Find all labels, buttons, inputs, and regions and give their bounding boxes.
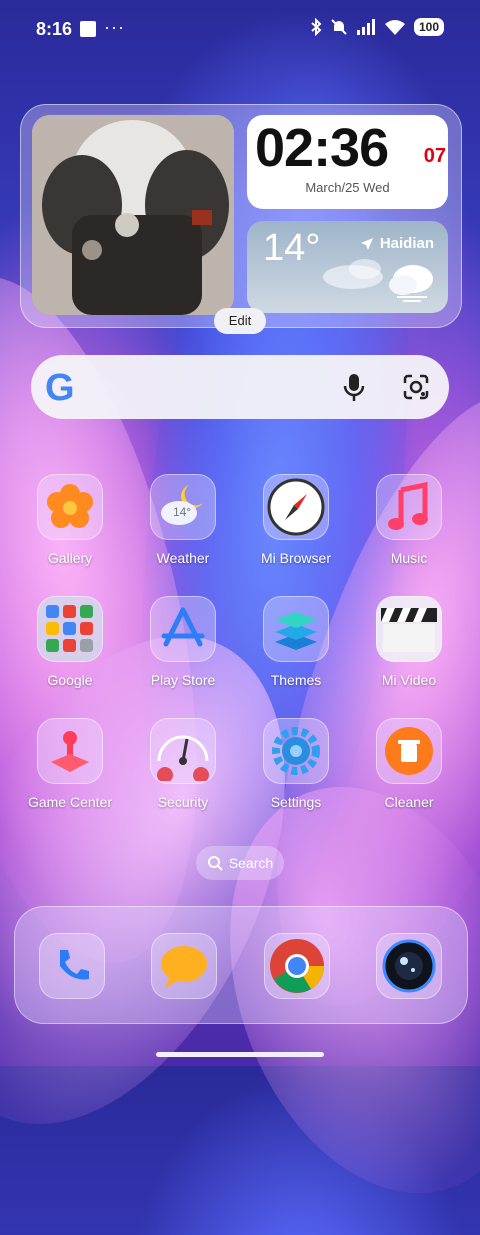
dock <box>14 906 468 1024</box>
dock-phone[interactable] <box>39 933 105 999</box>
google-logo: G <box>45 367 75 409</box>
app-gallery[interactable]: Gallery <box>20 474 120 566</box>
signal-icon <box>356 19 375 35</box>
joystick-icon <box>37 718 103 784</box>
cloudy-weather-icon <box>389 265 433 302</box>
mic-icon[interactable] <box>341 372 367 402</box>
battery-indicator: 100 <box>413 18 444 36</box>
mute-bell-icon <box>331 19 347 35</box>
google-lens-icon[interactable] <box>401 372 431 402</box>
trash-icon <box>376 718 442 784</box>
cloud-icon <box>323 259 383 289</box>
app-google-folder[interactable]: Google <box>20 596 120 688</box>
dock-camera[interactable] <box>376 933 442 999</box>
clock-date: March/25 Wed <box>305 180 390 195</box>
edit-widget-button[interactable]: Edit <box>214 308 266 334</box>
app-weather[interactable]: 14° Weather <box>133 474 233 566</box>
app-label: Game Center <box>27 794 113 810</box>
app-label: Gallery <box>47 550 93 566</box>
wifi-icon <box>384 20 405 35</box>
camera-icon <box>382 939 436 993</box>
app-label: Weather <box>156 550 210 566</box>
more-notifications-icon: ··· <box>104 17 125 37</box>
themes-layers-icon <box>263 596 329 662</box>
app-mi-browser[interactable]: Mi Browser <box>246 474 346 566</box>
app-label: Cleaner <box>384 794 434 810</box>
weather-location-label: Haidian <box>379 235 434 252</box>
search-icon <box>207 856 223 871</box>
bluetooth-icon <box>311 18 322 36</box>
chrome-icon <box>270 939 324 993</box>
clock-seconds: 07 <box>423 145 446 167</box>
compass-icon <box>263 474 329 540</box>
weather-temperature: 14° <box>263 227 321 269</box>
app-label: Themes <box>270 672 322 688</box>
status-bar: 8:16 ··· 100 <box>0 0 480 60</box>
dock-messages[interactable] <box>151 933 217 999</box>
gear-icon <box>263 718 329 784</box>
weather-widget[interactable]: 14° Haidian <box>247 221 448 313</box>
phone-icon <box>60 950 89 980</box>
clock-widget[interactable]: 02:36 07 March/25 Wed <box>247 115 448 209</box>
app-label: Security <box>157 794 209 810</box>
music-note-icon <box>376 474 442 540</box>
app-label: Mi Browser <box>260 550 331 566</box>
app-label: Mi Video <box>381 672 437 688</box>
photo-widget[interactable] <box>32 115 234 315</box>
app-label: Play Store <box>150 672 216 688</box>
notification-icon <box>80 21 96 37</box>
app-play-store[interactable]: Play Store <box>133 596 233 688</box>
gallery-icon <box>37 474 103 540</box>
app-label: Settings <box>270 794 322 810</box>
app-cleaner[interactable]: Cleaner <box>359 718 459 810</box>
weather-badge: 14° <box>173 505 192 519</box>
clock-time: 02:36 <box>255 118 389 178</box>
app-settings[interactable]: Settings <box>246 718 346 810</box>
location-arrow-icon <box>360 237 373 250</box>
app-label: Music <box>390 550 428 566</box>
google-folder-icon <box>37 596 103 662</box>
app-security[interactable]: Security <box>133 718 233 810</box>
clapperboard-icon <box>376 596 442 662</box>
google-search-bar[interactable]: G <box>31 355 449 419</box>
app-search-button[interactable]: Search <box>196 846 284 880</box>
app-themes[interactable]: Themes <box>246 596 346 688</box>
app-music[interactable]: Music <box>359 474 459 566</box>
weather-location: Haidian <box>360 235 434 252</box>
photo-image <box>32 115 234 315</box>
messages-icon <box>161 946 207 988</box>
home-indicator[interactable] <box>156 1052 324 1057</box>
dock-chrome[interactable] <box>264 933 330 999</box>
weather-icon: 14° <box>150 474 216 540</box>
status-time: 8:16 <box>36 19 73 39</box>
app-label: Google <box>47 672 93 688</box>
app-mi-video[interactable]: Mi Video <box>359 596 459 688</box>
search-label: Search <box>228 855 274 871</box>
play-store-icon <box>150 596 216 662</box>
gauge-icon <box>150 718 216 784</box>
app-game-center[interactable]: Game Center <box>20 718 120 810</box>
